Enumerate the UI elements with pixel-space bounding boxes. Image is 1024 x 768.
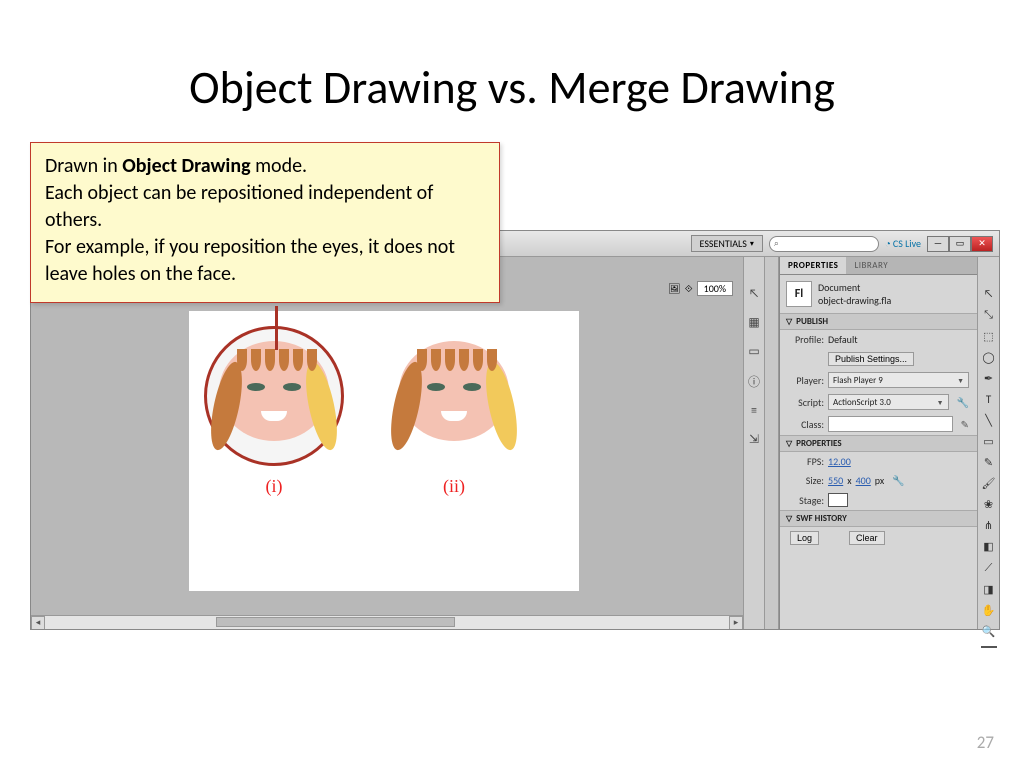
doc-type-label: Document xyxy=(818,281,891,294)
eyedrop-tool-icon[interactable]: ⟋ xyxy=(981,561,997,575)
hand-tool-icon[interactable]: ✋ xyxy=(981,604,997,617)
size-x: x xyxy=(847,474,851,487)
size-w[interactable]: 550 xyxy=(828,474,843,487)
swf-clear-button[interactable]: Clear xyxy=(849,531,885,545)
tool-grid-icon[interactable]: ▦ xyxy=(748,315,759,330)
tool-align-icon[interactable]: ≡ xyxy=(751,404,757,418)
section-publish[interactable]: PUBLISH xyxy=(780,313,977,330)
tool-doc-icon[interactable]: ▭ xyxy=(748,344,759,359)
text-tool-icon[interactable]: T xyxy=(981,393,997,406)
page-number: 27 xyxy=(977,732,994,753)
callout-connector-line xyxy=(275,306,278,350)
line-tool-icon[interactable]: ╲ xyxy=(981,414,997,427)
callout-text-3: For example, if you reposition the eyes,… xyxy=(45,235,455,286)
pencil-tool-icon[interactable]: ✎ xyxy=(981,456,997,469)
zoom-controls: 🖼 ⟐ 100% xyxy=(668,281,733,296)
eraser-tool-icon[interactable]: ◨ xyxy=(981,583,997,596)
mid-tool-column: ↖ ▦ ▭ ⓘ ≡ ⇲ xyxy=(743,257,765,629)
profile-label: Profile: xyxy=(788,333,824,346)
canvas-region[interactable]: 🖼 ⟐ 100% (i) xyxy=(31,257,743,629)
deco-tool-icon[interactable]: ❀ xyxy=(981,498,997,511)
search-input[interactable] xyxy=(769,236,879,252)
section-swf-history[interactable]: SWF HISTORY xyxy=(780,510,977,527)
drawing-merge-mode: (ii) xyxy=(399,341,509,441)
properties-panel: PROPERTIES LIBRARY Fl Document object-dr… xyxy=(779,257,977,629)
fill-color-swatch[interactable] xyxy=(981,646,997,648)
maximize-button[interactable]: ▭ xyxy=(949,236,971,252)
callout-text-2: Each object can be repositioned independ… xyxy=(45,181,433,232)
tab-properties[interactable]: PROPERTIES xyxy=(780,257,846,274)
wrench-icon[interactable]: 🔧 xyxy=(957,396,969,409)
selection-tool-icon[interactable]: ↖ xyxy=(981,287,997,300)
player-select[interactable]: Flash Player 9 xyxy=(828,372,969,388)
callout-text-bold: Object Drawing xyxy=(122,154,250,178)
close-button[interactable]: ✕ xyxy=(971,236,993,252)
doc-filename: object-drawing.fla xyxy=(818,294,891,307)
tool-pointer-icon[interactable]: ↖ xyxy=(749,287,760,301)
class-label: Class: xyxy=(788,418,824,431)
minimize-button[interactable]: — xyxy=(927,236,949,252)
cslive-button[interactable]: CS Live xyxy=(885,237,921,250)
tool-transform-icon[interactable]: ⇲ xyxy=(749,432,759,447)
lasso-tool-icon[interactable]: ◯ xyxy=(981,351,997,364)
swf-log-button[interactable]: Log xyxy=(790,531,819,545)
rect-tool-icon[interactable]: ▭ xyxy=(981,435,997,448)
panel-collapse-bar[interactable] xyxy=(765,257,779,629)
fps-value[interactable]: 12.00 xyxy=(828,455,851,468)
window-controls: — ▭ ✕ xyxy=(927,236,993,252)
fps-label: FPS: xyxy=(788,455,824,468)
wrench-icon-2[interactable]: 🔧 xyxy=(892,474,904,487)
bone-tool-icon[interactable]: ⋔ xyxy=(981,519,997,532)
size-unit: px xyxy=(875,474,884,487)
tab-library[interactable]: LIBRARY xyxy=(846,257,896,274)
class-input[interactable] xyxy=(828,416,953,432)
stage-label: Stage: xyxy=(788,494,824,507)
stage-canvas[interactable]: (i) (ii) xyxy=(189,311,579,591)
horizontal-scrollbar[interactable]: ◂▸ xyxy=(31,615,743,629)
subselect-tool-icon[interactable]: ⤡ xyxy=(981,308,997,322)
stage-color-swatch[interactable] xyxy=(828,493,848,507)
zoom-value[interactable]: 100% xyxy=(697,281,733,296)
drawing-object-mode: (i) xyxy=(219,341,329,441)
tool-info-icon[interactable]: ⓘ xyxy=(748,373,760,390)
label-ii: (ii) xyxy=(399,476,509,497)
size-h[interactable]: 400 xyxy=(856,474,871,487)
brush-tool-icon[interactable]: 🖌 xyxy=(981,477,997,490)
script-label: Script: xyxy=(788,396,824,409)
publish-settings-button[interactable]: Publish Settings... xyxy=(828,352,914,366)
section-properties[interactable]: PROPERTIES xyxy=(780,435,977,452)
size-label: Size: xyxy=(788,474,824,487)
slide-title: Object Drawing vs. Merge Drawing xyxy=(0,60,1024,116)
script-select[interactable]: ActionScript 3.0 xyxy=(828,394,949,410)
pencil-icon[interactable]: ✎ xyxy=(961,418,969,431)
profile-value: Default xyxy=(828,333,858,346)
right-tool-strip: ↖ ⤡ ⬚ ◯ ✒ T ╲ ▭ ✎ 🖌 ❀ ⋔ ◧ ⟋ ◨ ✋ 🔍 xyxy=(977,257,999,629)
workspace-selector[interactable]: ESSENTIALS xyxy=(691,235,763,252)
transform-tool-icon[interactable]: ⬚ xyxy=(981,330,997,343)
explanation-callout: Drawn in Object Drawing mode. Each objec… xyxy=(30,142,500,303)
label-i: (i) xyxy=(219,476,329,497)
player-label: Player: xyxy=(788,374,824,387)
zoom-tool-icon[interactable]: 🔍 xyxy=(981,625,997,638)
bucket-tool-icon[interactable]: ◧ xyxy=(981,540,997,553)
callout-text-1a: Drawn in xyxy=(45,154,122,178)
scene-icon[interactable]: 🖼 xyxy=(668,282,681,295)
symbol-icon[interactable]: ⟐ xyxy=(685,282,693,295)
callout-text-1b: mode. xyxy=(251,154,308,178)
document-icon: Fl xyxy=(786,281,812,307)
pen-tool-icon[interactable]: ✒ xyxy=(981,372,997,385)
